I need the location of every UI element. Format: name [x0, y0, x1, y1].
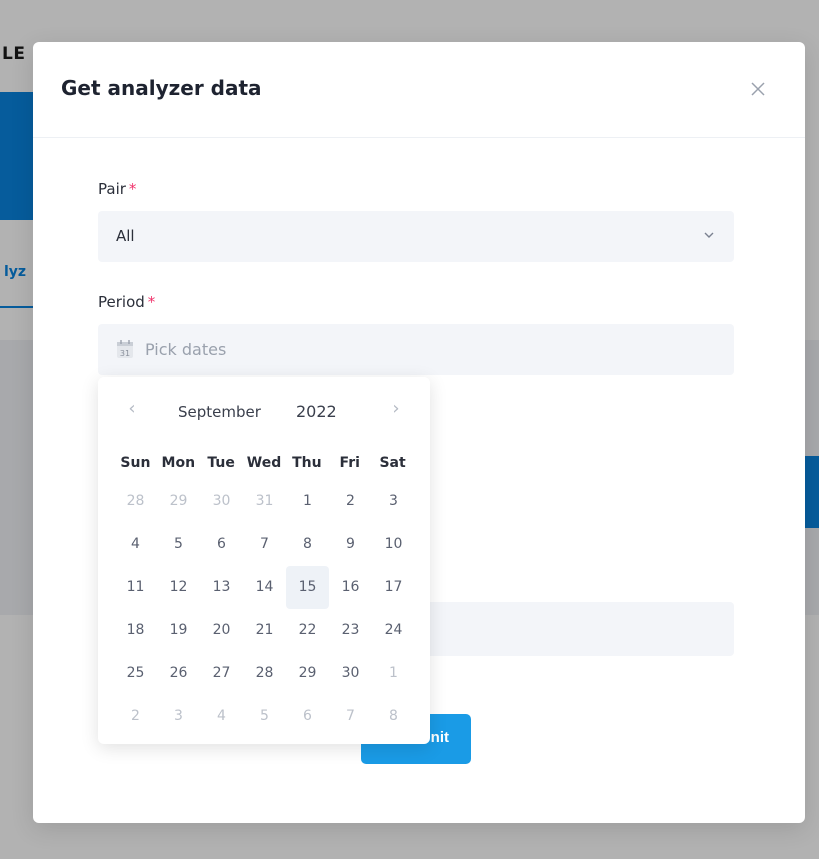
calendar-day[interactable]: 28 — [114, 480, 157, 523]
calendar-day[interactable]: 8 — [372, 695, 415, 738]
calendar-day[interactable]: 10 — [372, 523, 415, 566]
calendar-day[interactable]: 6 — [286, 695, 329, 738]
weekday-label: Sun — [120, 455, 151, 471]
calendar-day[interactable]: 8 — [286, 523, 329, 566]
calendar-day[interactable]: 22 — [286, 609, 329, 652]
pair-select[interactable]: All — [98, 211, 734, 262]
required-mark: * — [128, 180, 137, 198]
pair-select-value: All — [116, 227, 135, 245]
calendar-day[interactable]: 18 — [114, 609, 157, 652]
weekday-label: Sat — [379, 455, 406, 471]
calendar-day[interactable]: 5 — [157, 523, 200, 566]
calendar-day[interactable]: 9 — [329, 523, 372, 566]
close-icon — [751, 82, 765, 96]
calendar-day[interactable]: 14 — [243, 566, 286, 609]
calendar-day[interactable]: 25 — [114, 652, 157, 695]
calendar-day[interactable]: 23 — [329, 609, 372, 652]
calendar-day[interactable]: 20 — [200, 609, 243, 652]
calendar-days-grid: 28 29 30 31 1 2 3 4 5 6 7 8 9 10 11 12 13 14 15 16 17 18 19 20 2… — [114, 480, 415, 738]
weekday-label: Mon — [161, 455, 196, 471]
calendar-day[interactable]: 4 — [114, 523, 157, 566]
calendar-day[interactable]: 2 — [114, 695, 157, 738]
calendar-day[interactable]: 1 — [286, 480, 329, 523]
calendar-day[interactable]: 26 — [157, 652, 200, 695]
calendar-month[interactable]: September — [178, 403, 261, 421]
period-label: Period * — [98, 293, 155, 311]
period-placeholder: Pick dates — [145, 340, 227, 359]
calendar-year[interactable]: 2022 — [296, 402, 337, 421]
pair-label-text: Pair — [98, 180, 126, 198]
calendar-day[interactable]: 3 — [157, 695, 200, 738]
modal-title: Get analyzer data — [61, 76, 262, 100]
calendar-day[interactable]: 3 — [372, 480, 415, 523]
weekday-label: Wed — [246, 455, 282, 471]
calendar-day[interactable]: 15 — [286, 566, 329, 609]
calendar-day[interactable]: 28 — [243, 652, 286, 695]
calendar-icon: 31 — [117, 340, 133, 358]
calendar-icon-text: 31 — [120, 349, 130, 358]
calendar-day[interactable]: 13 — [200, 566, 243, 609]
calendar-day[interactable]: 19 — [157, 609, 200, 652]
calendar-week-row: 2345678 — [114, 695, 415, 738]
calendar-day[interactable]: 2 — [329, 480, 372, 523]
calendar-day[interactable]: 12 — [157, 566, 200, 609]
submit-button-label: nit — [430, 729, 449, 746]
next-month-button[interactable]: › — [386, 399, 406, 419]
calendar-week-row: 28 29 30 31 1 2 3 — [114, 480, 415, 523]
modal-header: Get analyzer data — [33, 42, 805, 138]
calendar-day[interactable]: 31 — [243, 480, 286, 523]
calendar-week-row: 11 12 13 14 15 16 17 — [114, 566, 415, 609]
calendar-day[interactable]: 7 — [243, 523, 286, 566]
weekday-header: Sun Mon Tue Wed Thu Fri Sat — [114, 455, 414, 471]
calendar-day[interactable]: 29 — [286, 652, 329, 695]
calendar-day[interactable]: 1 — [372, 652, 415, 695]
period-label-text: Period — [98, 293, 145, 311]
previous-month-button[interactable]: ‹ — [122, 399, 142, 419]
calendar-day[interactable]: 5 — [243, 695, 286, 738]
calendar-day[interactable]: 16 — [329, 566, 372, 609]
calendar-day[interactable]: 7 — [329, 695, 372, 738]
calendar-day[interactable]: 11 — [114, 566, 157, 609]
calendar-week-row: 4 5 6 7 8 9 10 — [114, 523, 415, 566]
close-button[interactable] — [747, 78, 769, 100]
period-date-input[interactable]: 31 Pick dates — [98, 324, 734, 375]
weekday-label: Thu — [292, 455, 322, 471]
calendar-day[interactable]: 27 — [200, 652, 243, 695]
chevron-down-icon — [704, 232, 714, 238]
date-picker-dropdown: ‹ September 2022 › Sun Mon Tue Wed Thu F… — [98, 377, 430, 744]
calendar-week-row: 18 19 20 21 22 23 24 — [114, 609, 415, 652]
calendar-day[interactable]: 6 — [200, 523, 243, 566]
calendar-day[interactable]: 30 — [200, 480, 243, 523]
calendar-week-row: 25 26 27 28 29 30 1 — [114, 652, 415, 695]
weekday-label: Fri — [339, 455, 360, 471]
calendar-day[interactable]: 29 — [157, 480, 200, 523]
calendar-day[interactable]: 4 — [200, 695, 243, 738]
pair-label: Pair * — [98, 180, 136, 198]
calendar-day[interactable]: 21 — [243, 609, 286, 652]
calendar-day[interactable]: 17 — [372, 566, 415, 609]
required-mark: * — [147, 293, 156, 311]
calendar-day[interactable]: 24 — [372, 609, 415, 652]
weekday-label: Tue — [207, 455, 235, 471]
calendar-day[interactable]: 30 — [329, 652, 372, 695]
